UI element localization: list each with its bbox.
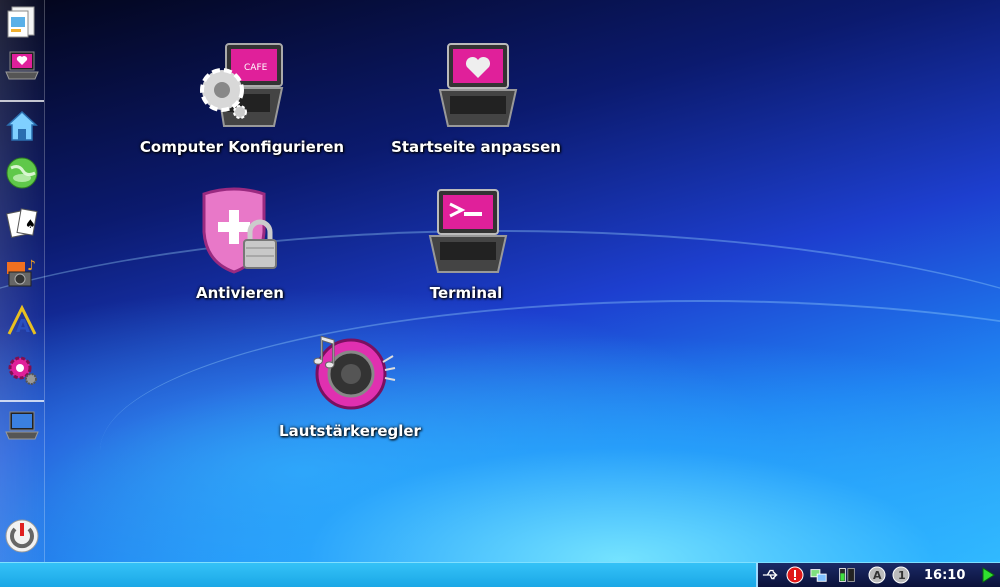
media-icon[interactable]: ♪ bbox=[4, 255, 40, 291]
network-icon[interactable] bbox=[810, 566, 828, 584]
desktop-icon-label: Antivieren bbox=[196, 284, 284, 302]
globe-icon[interactable] bbox=[4, 155, 40, 191]
desktop-icon-label: Computer Konfigurieren bbox=[139, 138, 345, 156]
svg-text:1: 1 bbox=[898, 569, 906, 582]
taskbar: A 1 16:10 bbox=[0, 562, 1000, 587]
laptop-icon[interactable] bbox=[4, 408, 40, 444]
desktop-icon-startseite-anpassen[interactable]: Startseite anpassen bbox=[386, 40, 566, 156]
gear-laptop-icon: CAFE bbox=[200, 43, 284, 127]
desktop-icon-antivieren[interactable]: Antivieren bbox=[190, 186, 290, 302]
keyboard-a-icon[interactable]: A bbox=[868, 566, 886, 584]
sidebar-separator bbox=[0, 400, 44, 402]
desktop-icon-label: Lautstärkeregler bbox=[279, 422, 421, 440]
usb-icon[interactable] bbox=[762, 566, 780, 584]
desktop-icon-label: Startseite anpassen bbox=[391, 138, 561, 156]
desktop-icon-label: Terminal bbox=[429, 284, 503, 302]
svg-text:♠: ♠ bbox=[25, 217, 36, 231]
keyboard-1-icon[interactable]: 1 bbox=[892, 566, 910, 584]
settings-icon[interactable] bbox=[4, 352, 40, 388]
office-icon[interactable]: A bbox=[4, 303, 40, 339]
power-icon[interactable] bbox=[4, 518, 40, 554]
file-manager-icon[interactable] bbox=[4, 4, 40, 40]
clock[interactable]: 16:10 bbox=[924, 568, 965, 583]
sidebar-separator bbox=[0, 100, 44, 102]
svg-text:♪: ♪ bbox=[27, 258, 36, 274]
desktop-icon-terminal[interactable]: Terminal bbox=[416, 186, 516, 302]
svg-text:A: A bbox=[873, 569, 882, 582]
heart-laptop-icon bbox=[438, 43, 518, 127]
desktop-icon-lautstaerkeregler[interactable]: ♫ Lautstärkeregler bbox=[272, 322, 428, 441]
arrow-icon[interactable] bbox=[979, 566, 997, 584]
cards-icon[interactable]: ♠ bbox=[4, 205, 40, 241]
desktop-icon-computer-konfigurieren[interactable]: CAFE Computer Konfigurieren bbox=[140, 40, 344, 156]
speaker-icon: ♫ bbox=[307, 329, 396, 410]
laptop-heart-icon[interactable] bbox=[4, 48, 40, 84]
home-icon[interactable] bbox=[4, 108, 40, 144]
terminal-laptop-icon bbox=[428, 189, 508, 273]
alert-icon[interactable] bbox=[786, 566, 804, 584]
wallpaper-swoosh bbox=[100, 300, 1000, 562]
shield-lock-icon bbox=[202, 187, 277, 274]
svg-text:A: A bbox=[16, 316, 30, 337]
system-tray: A 1 16:10 bbox=[756, 563, 1000, 587]
desktop: ♠ ♪ A CAFE Computer Konfigurieren Starts… bbox=[0, 0, 1000, 562]
sidebar: ♠ ♪ A bbox=[0, 0, 45, 562]
svg-text:CAFE: CAFE bbox=[244, 63, 268, 73]
battery-icon[interactable] bbox=[838, 566, 856, 584]
svg-text:♫: ♫ bbox=[307, 329, 341, 373]
